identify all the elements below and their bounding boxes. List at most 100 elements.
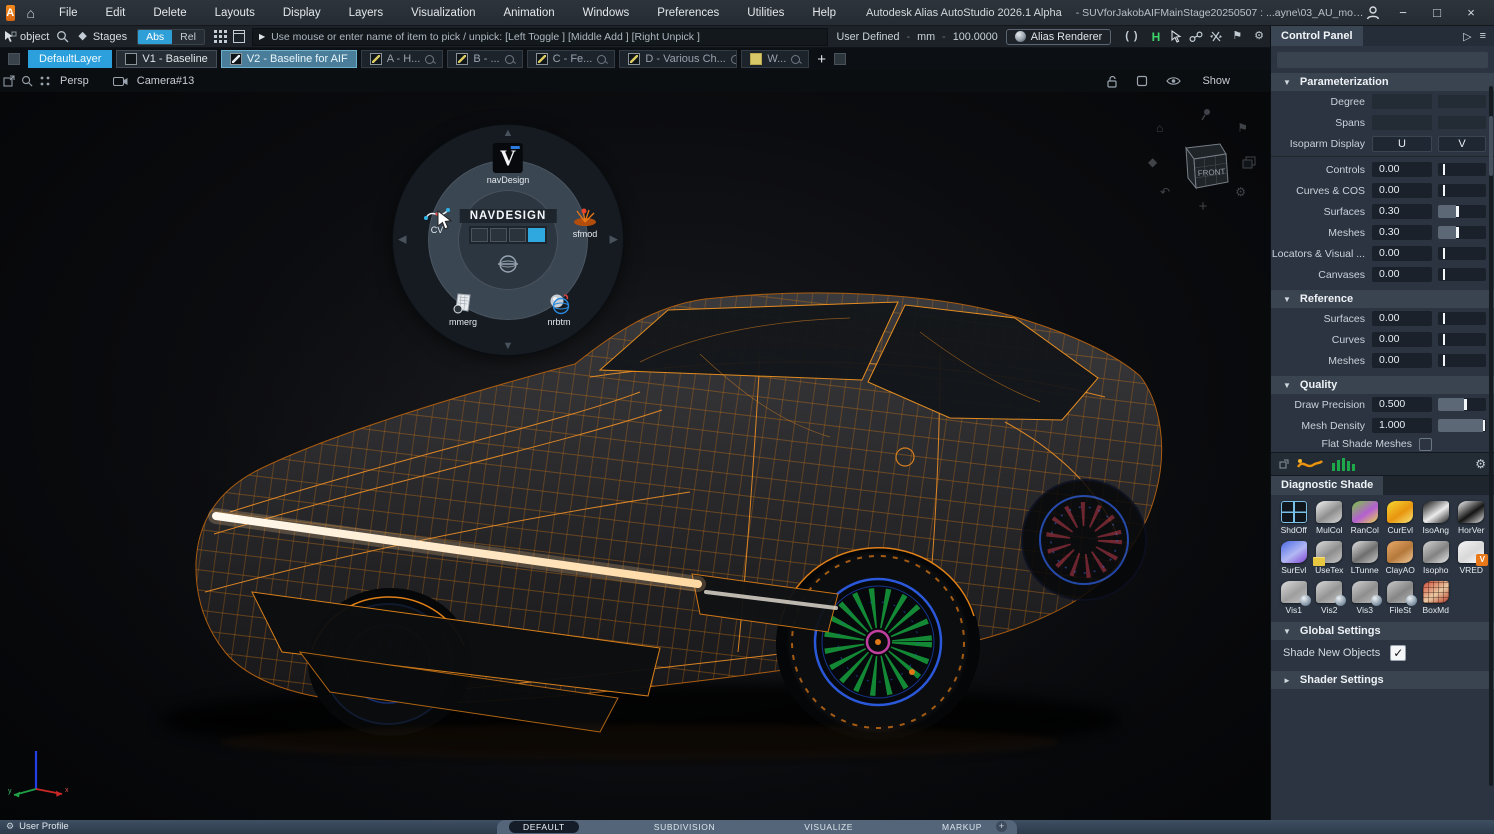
layer-zoom-icon[interactable] (597, 55, 606, 64)
marking-menu-left-icon[interactable]: ◀ (398, 235, 406, 246)
slider-track[interactable] (1438, 247, 1486, 260)
perspective-viewport[interactable]: ▲ ▼ ◀ ▶ V navDesign CV (0, 92, 1270, 820)
shade-mode-button[interactable]: HorVer (1454, 501, 1490, 535)
workspace-tab[interactable]: VISUALIZE (790, 821, 867, 833)
page-square[interactable] (509, 228, 526, 242)
layer-visibility-swatch[interactable] (8, 53, 20, 65)
section-reference[interactable]: ▼ Reference (1271, 290, 1494, 308)
degree-u-field[interactable] (1372, 94, 1432, 109)
view-name-label[interactable]: Persp (60, 75, 89, 87)
marking-menu-down-icon[interactable]: ▼ (503, 341, 514, 352)
stages-icon[interactable]: ◆ (78, 31, 86, 42)
prompt-line[interactable]: ▶ Use mouse or enter name of item to pic… (252, 28, 829, 46)
cube-bookmark-icon[interactable]: ⚑ (1237, 122, 1248, 134)
shade-mode-button[interactable]: Vis3 (1347, 581, 1383, 615)
camera-name-label[interactable]: Camera#13 (137, 75, 194, 87)
transform-pin-icon[interactable] (1209, 28, 1223, 46)
page-square[interactable] (490, 228, 507, 242)
slider-value-field[interactable]: 0.00 (1372, 311, 1432, 326)
menu-item[interactable]: Windows (569, 0, 644, 26)
cube-undo-icon[interactable]: ↶ (1160, 186, 1170, 198)
layer-zoom-icon[interactable] (425, 55, 434, 64)
layer-zoom-icon[interactable] (791, 55, 800, 64)
menu-item[interactable]: Delete (139, 0, 200, 26)
shade-mode-button[interactable]: UseTex (1312, 541, 1348, 575)
marking-menu[interactable]: ▲ ▼ ◀ ▶ V navDesign CV (393, 125, 623, 355)
menu-item[interactable]: Animation (489, 0, 568, 26)
cube-prev-view-icon[interactable]: ◆ (1148, 156, 1157, 168)
shade-mode-button[interactable]: VRED (1454, 541, 1490, 575)
slider-track[interactable] (1438, 312, 1486, 325)
menu-item[interactable]: Utilities (733, 0, 798, 26)
section-quality[interactable]: ▼ Quality (1271, 376, 1494, 394)
cube-home-icon[interactable]: ⌂ (1156, 122, 1163, 134)
slider-value-field[interactable]: 0.30 (1372, 225, 1432, 240)
section-shader-settings[interactable]: ► Shader Settings (1271, 671, 1494, 689)
layer-tab[interactable]: D - Various Ch... (619, 50, 737, 68)
slider-value-field[interactable]: 0.30 (1372, 204, 1432, 219)
shade-new-objects-checkbox[interactable]: ✓ (1390, 645, 1406, 661)
cube-zoom-icon[interactable]: + (1199, 199, 1208, 214)
marking-item-sfmod[interactable]: sfmod (571, 207, 599, 239)
add-workspace-icon[interactable]: + (996, 821, 1007, 832)
slider-value-field[interactable]: 0.00 (1372, 246, 1432, 261)
workspace-tab[interactable]: SUBDIVISION (640, 821, 729, 833)
panel-empty-field[interactable] (1277, 52, 1488, 68)
slider-value-field[interactable]: 0.00 (1372, 332, 1432, 347)
cube-settings-icon[interactable]: ⚙ (1235, 186, 1246, 198)
camera-icon[interactable] (113, 72, 128, 90)
abs-button[interactable]: Abs (138, 30, 172, 44)
panel-scrollbar[interactable] (1489, 86, 1493, 786)
menu-item[interactable]: File (45, 0, 92, 26)
marking-item-navdesign[interactable]: V navDesign (487, 143, 530, 185)
slider-track[interactable] (1438, 163, 1486, 176)
slider-track[interactable] (1438, 419, 1486, 432)
new-window-icon[interactable] (3, 72, 15, 90)
menu-item[interactable]: Preferences (643, 0, 733, 26)
degree-v-field[interactable] (1438, 95, 1486, 108)
menu-item[interactable]: Visualization (397, 0, 489, 26)
control-panel-tab[interactable]: Control Panel (1271, 26, 1363, 46)
histogram-icon[interactable] (1331, 457, 1357, 471)
layer-tab[interactable]: W... (741, 50, 809, 68)
alias-logo-icon[interactable]: A (6, 5, 15, 21)
diagnostic-shade-tab[interactable]: Diagnostic Shade (1271, 476, 1383, 495)
toolbar-gear-icon[interactable]: ⚙ (1254, 31, 1264, 42)
show-menu-label[interactable]: Show (1202, 75, 1230, 87)
shade-settings-gear-icon[interactable]: ⚙ (1475, 457, 1486, 471)
page-square[interactable] (471, 228, 488, 242)
layer-tab[interactable]: B - ... (447, 50, 522, 68)
page-square-selected[interactable] (528, 228, 545, 242)
workspace-tab[interactable]: MARKUP (928, 821, 996, 833)
layer-options-icon[interactable] (834, 53, 846, 65)
panel-toggle-icon[interactable] (233, 28, 245, 46)
link-icon[interactable] (1189, 28, 1203, 46)
marking-menu-up-icon[interactable]: ▲ (503, 128, 514, 139)
units-unit[interactable]: mm (917, 31, 935, 43)
shade-mode-button[interactable]: ShdOff (1276, 501, 1312, 535)
shade-mode-button[interactable]: Vis2 (1312, 581, 1348, 615)
workspace-tab[interactable]: DEFAULT (509, 821, 579, 833)
select-cursor-icon[interactable] (1170, 28, 1183, 46)
layer-tab[interactable]: V2 - Baseline for AIF (221, 50, 357, 68)
suv-wireframe-model[interactable] (0, 92, 1270, 820)
view-cube-widget[interactable]: FRONT ⌂ ⚑ ◆ ↶ ⚙ + (1148, 106, 1258, 216)
section-global-settings[interactable]: ▼ Global Settings (1271, 622, 1494, 640)
shade-mode-button[interactable]: FileSt (1383, 581, 1419, 615)
user-account-icon[interactable] (1364, 4, 1382, 22)
marking-menu-pages[interactable] (469, 226, 547, 244)
home-icon[interactable]: ⌂ (27, 6, 35, 20)
shade-mode-button[interactable]: ClayAO (1383, 541, 1419, 575)
grid-snap-icon[interactable] (214, 28, 227, 46)
lock-icon[interactable] (1106, 72, 1118, 90)
shade-mode-button[interactable]: LTunne (1347, 541, 1383, 575)
layer-tab[interactable]: DefaultLayer (28, 50, 112, 68)
cube-pin-icon[interactable] (1200, 108, 1212, 122)
search-icon[interactable] (56, 28, 69, 46)
layer-tab[interactable]: V1 - Baseline (116, 50, 216, 68)
menu-item[interactable]: Layouts (201, 0, 269, 26)
shade-mode-button[interactable]: CurEvl (1383, 501, 1419, 535)
marking-menu-right-icon[interactable]: ▶ (610, 235, 618, 246)
renderer-selector[interactable]: Alias Renderer (1006, 29, 1111, 45)
slider-track[interactable] (1438, 268, 1486, 281)
